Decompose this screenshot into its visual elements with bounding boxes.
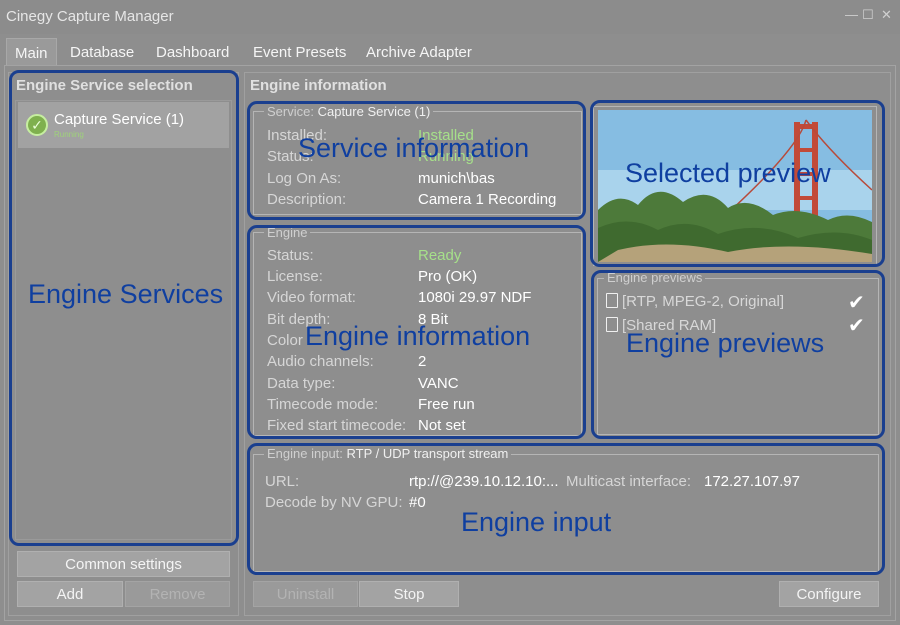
engine-information-annotation: Engine information bbox=[305, 321, 531, 351]
tab-dashboard[interactable]: Dashboard bbox=[156, 38, 229, 66]
stop-button[interactable]: Stop bbox=[359, 581, 459, 607]
engine-input-annotation: Engine input bbox=[461, 507, 612, 537]
engine-services-annotation: Engine Services bbox=[28, 279, 224, 309]
window-title: Cinegy Capture Manager bbox=[6, 8, 174, 25]
selected-preview-annotation: Selected preview bbox=[625, 158, 831, 188]
tab-archive-adapter[interactable]: Archive Adapter bbox=[366, 38, 472, 66]
tab-main[interactable]: Main bbox=[6, 38, 57, 66]
uninstall-button[interactable]: Uninstall bbox=[253, 581, 358, 607]
remove-button[interactable]: Remove bbox=[125, 581, 230, 607]
close-button[interactable]: ✕ bbox=[881, 7, 892, 23]
title-bar: Cinegy Capture Manager — ☐ ✕ bbox=[0, 0, 900, 34]
maximize-button[interactable]: ☐ bbox=[862, 7, 874, 23]
configure-button[interactable]: Configure bbox=[779, 581, 879, 607]
tab-database[interactable]: Database bbox=[70, 38, 134, 66]
engine-previews-annotation: Engine previews bbox=[626, 328, 825, 358]
service-information-annotation: Service information bbox=[298, 133, 530, 163]
engine-information-title: Engine information bbox=[250, 77, 387, 94]
add-button[interactable]: Add bbox=[17, 581, 123, 607]
tab-event-presets[interactable]: Event Presets bbox=[253, 38, 346, 66]
minimize-button[interactable]: — bbox=[845, 7, 858, 22]
common-settings-button[interactable]: Common settings bbox=[17, 551, 230, 577]
